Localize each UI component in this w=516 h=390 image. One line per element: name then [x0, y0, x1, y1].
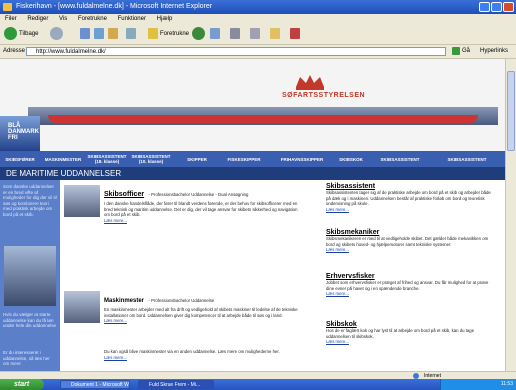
taskbar-item-browser[interactable]: Fuld Skrue Frem - Mi...	[138, 380, 214, 389]
nav-item-fiskeskipper[interactable]: FISKESKIPPER	[220, 151, 268, 167]
history-icon[interactable]	[210, 28, 220, 39]
article-title[interactable]: Erhvervsfisker	[326, 273, 496, 280]
nav-item-skibsassistent-a[interactable]: SKIBSASSISTENT	[372, 151, 428, 167]
header-ship-image	[28, 107, 498, 125]
toolbar: Tilbage Foretrukne	[0, 24, 516, 45]
menu-favorites[interactable]: Foretrukne	[78, 16, 107, 22]
skibsofficer-thumbnail[interactable]	[64, 185, 100, 217]
links-label[interactable]: Hyperlinks	[480, 47, 508, 56]
menu-edit[interactable]: Rediger	[27, 16, 48, 22]
sidebar-text-3[interactable]: Er du interesseret i uddannelse, så læs …	[3, 350, 57, 367]
read-more-link[interactable]: Læs mere...	[326, 207, 496, 213]
forward-icon[interactable]	[50, 27, 63, 40]
article-text: Hos de er faglært kok og har lyst til at…	[326, 328, 475, 339]
ie-app-icon	[3, 3, 12, 11]
back-label[interactable]: Tilbage	[19, 27, 38, 41]
nav-item-skibsforer[interactable]: SKIBSFØRER	[2, 151, 38, 167]
go-button[interactable]: Gå	[462, 47, 470, 56]
article-erhvervsfisker: Erhvervsfisker Jobbet som erhvervsfisker…	[326, 273, 496, 297]
article-title[interactable]: Skibsofficer	[104, 191, 144, 198]
main-nav: SKIBSFØRER MASKINMESTER SKIBSASSISTENT (…	[0, 151, 505, 167]
nav-item-skibsassistent-b[interactable]: SKIBSASSISTENT	[436, 151, 498, 167]
clock: 11:53	[500, 381, 513, 387]
print-icon[interactable]	[250, 28, 260, 39]
maskinmester-thumbnail[interactable]	[64, 291, 100, 323]
favorites-icon[interactable]	[148, 28, 158, 39]
article-subtitle: - Professionsbachelor Uddannelse - Dual …	[148, 192, 249, 197]
start-button[interactable]: start	[0, 379, 44, 390]
article-skibsassistent: Skibsassistent Skibsassistenten tager si…	[326, 183, 496, 212]
sidebar-ship-photo	[4, 246, 56, 306]
article-skibskok: Skibskok Hos de er faglært kok og har ly…	[326, 321, 496, 345]
scrollbar-thumb[interactable]	[507, 71, 515, 151]
search-icon[interactable]	[126, 28, 136, 39]
address-label: Adresse	[3, 48, 26, 54]
menu-bar: Filer Rediger Vis Foretrukne Funktioner …	[0, 14, 516, 24]
read-more-link[interactable]: Læs mere...	[326, 339, 496, 345]
nav-item-skibskok[interactable]: SKIBSKOK	[334, 151, 368, 167]
site-header: SØFARTSSTYRELSEN BLÅ DANMARK FRI	[0, 59, 505, 154]
article-text: I den danske handelsflåde, der fører til…	[104, 201, 298, 218]
section-title: DE MARITIME UDDANNELSER	[0, 167, 505, 180]
menu-file[interactable]: Filer	[5, 16, 17, 22]
globe-icon	[412, 372, 420, 379]
article-maskinmester: Maskinmester - Professionsbachelor Uddan…	[104, 289, 304, 324]
article-text: Skibsmekanikeren er med til at vedligeho…	[326, 236, 489, 247]
vertical-scrollbar[interactable]	[505, 59, 516, 371]
article-title[interactable]: Skibsassistent	[326, 183, 496, 190]
nav-item-skibsassistent-18[interactable]: SKIBSASSISTENT (18. klasse)	[88, 151, 127, 167]
left-logo[interactable]: BLÅ DANMARK FRI	[8, 123, 39, 141]
taskbar-item-word[interactable]: Dokument 1 - Microsoft Word	[60, 380, 130, 389]
refresh-icon[interactable]	[94, 28, 104, 39]
address-bar: Adresse http://www.fuldalmelne.dk/ Gå Hy…	[0, 45, 516, 59]
minimize-button[interactable]	[479, 2, 490, 12]
org-name: SØFARTSSTYRELSEN	[282, 92, 366, 99]
window-titlebar[interactable]: Fiskerihavn - [www.fuldalmelne.dk] - Mic…	[0, 0, 516, 14]
address-input[interactable]: http://www.fuldalmelne.dk/	[26, 47, 446, 56]
crown-logo-icon[interactable]	[290, 73, 330, 91]
edit-icon[interactable]	[270, 28, 280, 39]
read-more-link[interactable]: Læs mere...	[104, 355, 304, 361]
media-icon[interactable]	[192, 27, 205, 40]
article-extra: Du kan også blive maskinmester via en an…	[104, 349, 304, 360]
left-sidebar: Som danske uddannelser er en bred vifte …	[0, 180, 60, 371]
article-text: Jobbet som erhvervsfisker er præget af f…	[326, 280, 489, 291]
mail-icon[interactable]	[230, 28, 240, 39]
messenger-icon[interactable]	[290, 28, 300, 39]
menu-view[interactable]: Vis	[59, 16, 67, 22]
close-button[interactable]	[503, 2, 514, 12]
read-more-link[interactable]: Læs mere...	[104, 218, 304, 224]
nav-item-skipper[interactable]: SKIPPER	[180, 151, 214, 167]
read-more-link[interactable]: Læs mere...	[104, 318, 304, 324]
home-icon[interactable]	[108, 28, 118, 39]
back-icon[interactable]	[4, 27, 17, 40]
go-icon[interactable]	[452, 47, 460, 55]
nav-item-skibsassistent-10[interactable]: SKIBSASSISTENT (10. klasse)	[132, 151, 171, 167]
page-viewport: SØFARTSSTYRELSEN BLÅ DANMARK FRI SKIBSFØ…	[0, 59, 505, 371]
article-title[interactable]: Maskinmester	[104, 298, 144, 304]
article-subtitle: - Professionsbachelor Uddannelse	[148, 298, 215, 303]
window-title: Fiskerihavn - [www.fuldalmelne.dk] - Mic…	[16, 3, 213, 10]
article-title[interactable]: Skibskok	[326, 321, 496, 328]
article-skibsmekaniker: Skibsmekaniker Skibsmekanikeren er med t…	[326, 229, 496, 253]
nav-item-frihavnsskipper[interactable]: FRIHAVNSSKIPPER	[274, 151, 330, 167]
read-more-link[interactable]: Læs mere...	[326, 291, 496, 297]
sidebar-intro: Som danske uddannelser er en bred vifte …	[3, 184, 57, 217]
read-more-link[interactable]: Læs mere...	[326, 247, 496, 253]
system-tray: 11:53	[440, 379, 516, 390]
article-title[interactable]: Skibsmekaniker	[326, 229, 496, 236]
maximize-button[interactable]	[491, 2, 502, 12]
address-value: http://www.fuldalmelne.dk/	[36, 49, 106, 55]
nav-item-maskinmester[interactable]: MASKINMESTER	[42, 151, 84, 167]
favorites-label[interactable]: Foretrukne	[160, 27, 189, 41]
article-skibsofficer: Skibsofficer - Professionsbachelor Uddan…	[104, 183, 304, 223]
sidebar-text-2: Hvis du vælger at starte uddannelse kan …	[3, 312, 57, 328]
menu-tools[interactable]: Funktioner	[118, 16, 146, 22]
article-text: Du kan også blive maskinmester via en an…	[104, 349, 280, 354]
article-text: En maskinmester arbejder med alt fra dri…	[104, 307, 298, 318]
menu-help[interactable]: Hjælp	[157, 16, 173, 22]
stop-icon[interactable]	[80, 28, 90, 39]
article-text: Skibsassistenten tager sig af de praktis…	[326, 190, 491, 207]
